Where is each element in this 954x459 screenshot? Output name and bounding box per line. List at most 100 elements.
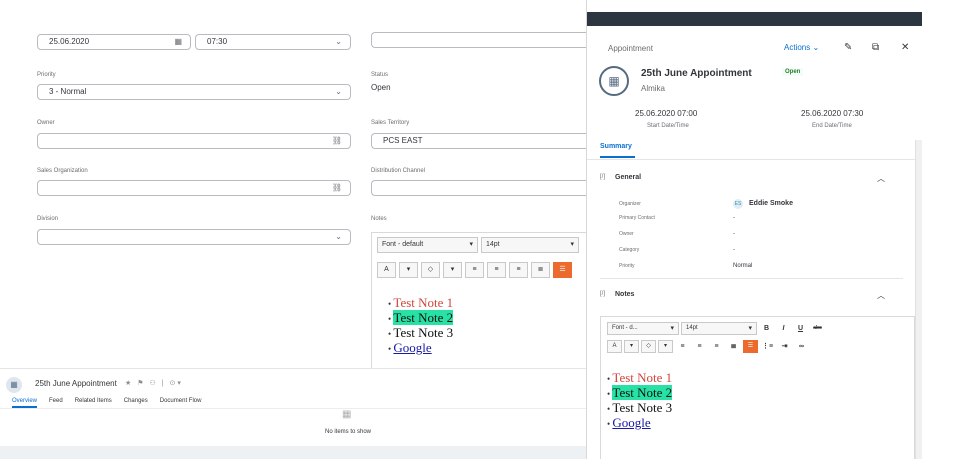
caret-down-icon: ▾ — [748, 324, 752, 332]
start-time-field[interactable]: 07:30 ⌄ — [195, 34, 351, 50]
indent-icon[interactable]: ⇥ — [777, 340, 792, 353]
fill-color-icon[interactable]: ◇ — [641, 339, 656, 353]
chevron-up-icon[interactable]: ︿ — [877, 173, 885, 184]
notes-section-title: Notes — [615, 291, 635, 298]
size-select[interactable]: 14pt ▾ — [481, 237, 579, 253]
scrollbar[interactable] — [915, 140, 922, 459]
chevron-down-icon[interactable]: ⌄ — [335, 230, 342, 244]
background-margin — [922, 0, 954, 459]
priority-label: Priority — [619, 263, 635, 269]
bullet-list-icon[interactable]: ☰ — [743, 339, 758, 353]
link-icon[interactable]: ⛓ — [332, 134, 342, 148]
font-color-dropdown-icon[interactable]: ▾ — [399, 262, 418, 278]
caret-down-icon: ▾ — [469, 241, 473, 248]
font-color-dropdown-icon[interactable]: ▾ — [624, 339, 639, 353]
share-icon[interactable]: ⊙▾ — [169, 380, 182, 387]
justify-icon[interactable]: ≣ — [531, 262, 550, 278]
star-icon[interactable]: ★ — [125, 380, 133, 387]
follow-icon[interactable]: ⚇ — [149, 380, 157, 387]
link-icon[interactable]: ∞ — [794, 340, 809, 353]
flag-icon[interactable]: ⚑ — [137, 380, 145, 387]
font-select[interactable]: Font - default ▾ — [377, 237, 478, 253]
bold-button[interactable]: B — [759, 322, 774, 335]
caret-down-icon: ▾ — [570, 241, 574, 248]
sales-territory-field[interactable]: PCS EAST — [371, 133, 586, 149]
tab-overview[interactable]: Overview — [12, 398, 38, 408]
fill-color-dropdown-icon[interactable]: ▾ — [658, 339, 673, 353]
primary-contact-value: - — [733, 215, 735, 221]
numbered-list-icon[interactable]: ⋮≡ — [760, 340, 775, 353]
font-select-value: Font - default — [382, 241, 424, 248]
appointment-form: 25.06.2020 ▦ 07:30 ⌄ Priority 3 - Normal… — [0, 0, 586, 459]
link-icon[interactable]: ⛓ — [332, 181, 342, 195]
bullet-list-icon[interactable]: ☰ — [553, 262, 572, 278]
collapse-section-icon[interactable]: [/] — [600, 291, 605, 297]
collapse-section-icon[interactable]: [/] — [600, 174, 605, 180]
end-date-field[interactable] — [371, 32, 586, 48]
tab-changes[interactable]: Changes — [124, 398, 148, 408]
divider — [587, 159, 923, 160]
close-icon[interactable]: ✕ — [901, 42, 909, 53]
status-badge: Open — [782, 68, 804, 76]
chevron-down-icon[interactable]: ⌄ — [335, 85, 342, 99]
distribution-channel-field[interactable] — [371, 180, 586, 196]
general-section-title: General — [615, 174, 642, 181]
italic-button[interactable]: I — [776, 322, 791, 335]
align-right-icon[interactable]: ≡ — [509, 262, 528, 278]
tab-document-flow[interactable]: Document Flow — [160, 398, 202, 408]
status-value: Open — [371, 83, 391, 92]
notes-content[interactable]: Test Note 1 Test Note 2 Test Note 3 Goog… — [388, 296, 454, 356]
align-left-icon[interactable]: ≡ — [675, 340, 690, 353]
justify-icon[interactable]: ≣ — [726, 340, 741, 353]
strikethrough-button[interactable]: abc — [810, 322, 825, 335]
panel-notes-content[interactable]: Test Note 1 Test Note 2 Test Note 3 Goog… — [607, 371, 673, 431]
actions-button[interactable]: Actions ⌄ — [784, 43, 819, 52]
calendar-icon[interactable]: ▦ — [174, 35, 182, 49]
align-left-icon[interactable]: ≡ — [465, 262, 484, 278]
notes-editor[interactable]: Font - default ▾ 14pt ▾ A ▾ ◇ ▾ ≡ ≡ ≡ ≣ … — [371, 232, 586, 372]
sales-organization-field[interactable]: ⛓ — [37, 180, 351, 196]
align-center-icon[interactable]: ≡ — [692, 340, 707, 353]
align-right-icon[interactable]: ≡ — [709, 340, 724, 353]
font-color-button[interactable]: A — [607, 339, 622, 353]
panel-notes-editor[interactable]: Font - d... ▾ 14pt ▾ B I U abc A ▾ ◇ ▾ ≡… — [600, 316, 915, 459]
owner-field[interactable]: ⛓ — [37, 133, 351, 149]
avatar: ES — [733, 199, 743, 209]
divider-icon: | — [161, 380, 166, 387]
edit-icon[interactable]: ✎ — [844, 42, 852, 53]
size-select[interactable]: 14pt ▾ — [681, 321, 757, 335]
list-item: Test Note 1 — [388, 296, 453, 311]
actions-label: Actions — [784, 43, 811, 52]
footer-strip — [0, 446, 586, 459]
division-select[interactable]: ⌄ — [37, 229, 351, 245]
font-select[interactable]: Font - d... ▾ — [607, 321, 679, 335]
object-header: ▦ 25th June Appointment ★ ⚑ ⚇ | ⊙▾ Overv… — [0, 368, 586, 408]
chevron-down-icon[interactable]: ⌄ — [335, 35, 342, 49]
screen: 25.06.2020 ▦ 07:30 ⌄ Priority 3 - Normal… — [0, 0, 954, 459]
note-text: Test Note 1 — [393, 295, 454, 310]
organizer-value[interactable]: Eddie Smoke — [749, 200, 793, 207]
tab-feed[interactable]: Feed — [49, 398, 63, 408]
google-link[interactable]: Google — [612, 415, 650, 430]
owner-label: Owner — [37, 120, 55, 126]
calendar-icon: ▦ — [6, 377, 22, 393]
table-icon: ▦ — [342, 409, 352, 420]
priority-label: Priority — [37, 72, 56, 78]
sales-organization-label: Sales Organization — [37, 168, 88, 174]
empty-list: ▦ No items to show — [0, 408, 586, 446]
open-external-icon[interactable]: ⧉ — [872, 42, 879, 53]
google-link[interactable]: Google — [393, 340, 431, 355]
list-item: Test Note 3 — [607, 401, 672, 416]
list-item: Google — [607, 416, 672, 431]
font-color-button[interactable]: A — [377, 262, 396, 278]
editor-toolbar-row-1: Font - default ▾ 14pt ▾ — [377, 236, 579, 254]
align-center-icon[interactable]: ≡ — [487, 262, 506, 278]
fill-color-dropdown-icon[interactable]: ▾ — [443, 262, 462, 278]
underline-button[interactable]: U — [793, 322, 808, 335]
fill-color-icon[interactable]: ◇ — [421, 262, 440, 278]
priority-select[interactable]: 3 - Normal ⌄ — [37, 84, 351, 100]
chevron-up-icon[interactable]: ︿ — [877, 290, 885, 301]
start-date-field[interactable]: 25.06.2020 ▦ — [37, 34, 191, 50]
tab-summary[interactable]: Summary — [600, 143, 632, 150]
tab-related-items[interactable]: Related Items — [75, 398, 112, 408]
